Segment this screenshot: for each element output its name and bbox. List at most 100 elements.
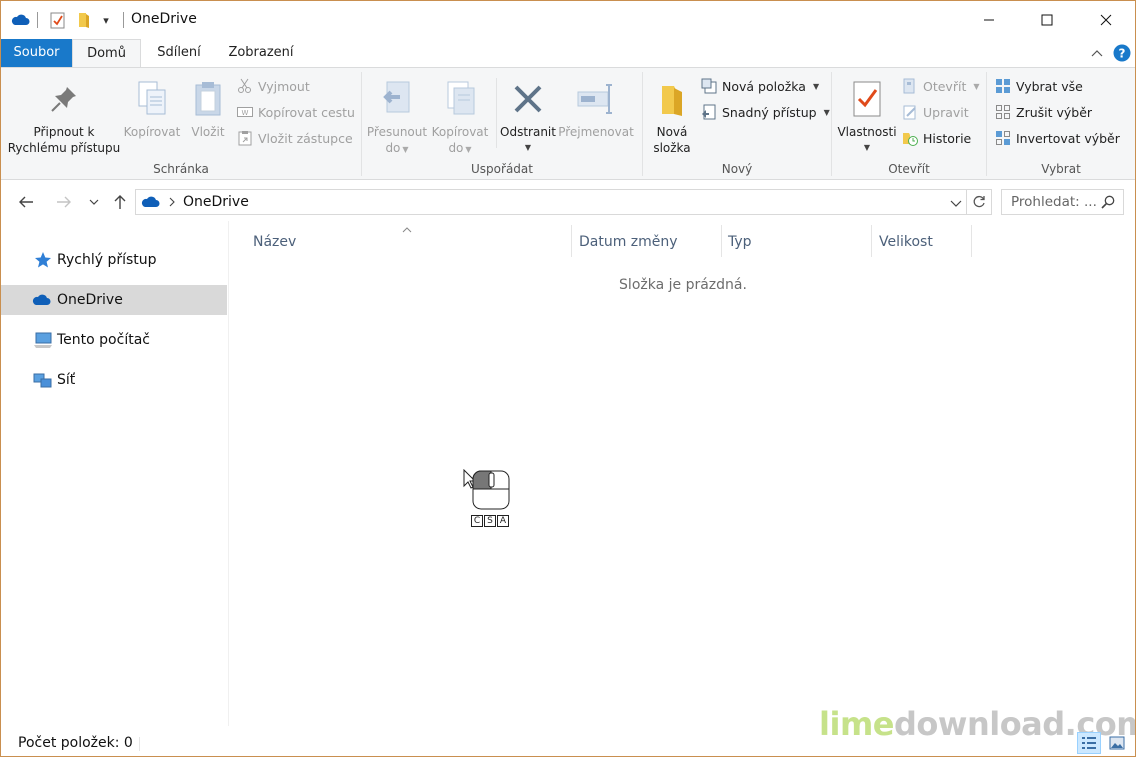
help-icon: ?: [1113, 44, 1131, 62]
details-view-button[interactable]: [1077, 732, 1101, 754]
new-folder-button[interactable]: Nová složka: [647, 74, 697, 156]
delete-button[interactable]: Odstranit ▼: [496, 74, 560, 156]
nav-item-quick-access[interactable]: Rychlý přístup: [1, 245, 227, 275]
copy-button[interactable]: Kopírovat: [121, 74, 183, 140]
recent-locations-button[interactable]: [83, 191, 105, 213]
column-header-name[interactable]: Název: [247, 225, 571, 259]
copy-label: Kopírovat: [123, 125, 181, 139]
help-button[interactable]: ?: [1109, 44, 1135, 62]
forward-button[interactable]: [53, 191, 75, 213]
arrow-left-icon: [19, 196, 33, 208]
new-folder-label-line2: složka: [653, 141, 691, 155]
column-separator[interactable]: [871, 225, 872, 257]
nav-item-this-pc[interactable]: Tento počítač: [1, 325, 227, 355]
group-label-organize: Uspořádat: [471, 162, 533, 176]
title-bar: ▾ OneDrive: [1, 1, 1135, 39]
properties-icon: [836, 74, 898, 124]
select-all-button[interactable]: Vybrat vše: [995, 75, 1083, 97]
nav-item-onedrive[interactable]: OneDrive: [1, 285, 227, 315]
status-bar: Počet položek: 0: [1, 729, 1135, 756]
arrow-up-icon: [114, 195, 126, 209]
pin-label-line1: Připnout k: [33, 125, 95, 139]
copy-to-label-do: do: [448, 141, 464, 155]
easy-access-button[interactable]: Snadný přístup ▼: [701, 101, 830, 123]
column-separator[interactable]: [571, 225, 572, 257]
paste-icon: [185, 74, 231, 124]
tab-view[interactable]: Zobrazení: [217, 39, 305, 67]
cut-button[interactable]: Vyjmout: [237, 75, 310, 97]
collapse-ribbon-button[interactable]: [1085, 49, 1109, 57]
open-button[interactable]: Otevřít ▼: [902, 75, 980, 97]
select-all-icon: [996, 79, 1010, 93]
column-separator[interactable]: [971, 225, 972, 257]
group-label-select: Vybrat: [1041, 162, 1081, 176]
group-label-open: Otevřít: [888, 162, 930, 176]
search-box[interactable]: Prohledat: ...: [1001, 189, 1124, 215]
history-icon: [903, 133, 918, 146]
column-header-type[interactable]: Typ: [722, 225, 870, 259]
qat-customize-dropdown[interactable]: ▾: [99, 11, 113, 29]
group-new: Nová složka Nová položka ▼ Snadný přístup…: [643, 68, 831, 180]
tab-file[interactable]: Soubor: [1, 39, 72, 67]
paste-button[interactable]: Vložit: [185, 74, 231, 140]
svg-text:W: W: [242, 109, 249, 117]
scissors-icon: [238, 78, 251, 93]
ribbon-tabs: Soubor Domů Sdílení Zobrazení ?: [1, 39, 1135, 67]
ribbon: Připnout k Rychlému přístupu Kopírovat V…: [1, 67, 1135, 180]
paste-shortcut-button[interactable]: Vložit zástupce: [237, 127, 353, 149]
maximize-icon: [1041, 14, 1053, 26]
new-item-icon: [701, 78, 717, 94]
shift-key: S: [484, 515, 496, 527]
select-none-label: Zrušit výběr: [1016, 104, 1093, 120]
modifier-keys: C S A: [471, 515, 509, 527]
address-history-button[interactable]: [950, 197, 962, 211]
nav-item-label: Rychlý přístup: [57, 252, 157, 268]
nav-item-network[interactable]: Síť: [1, 365, 227, 395]
column-header-size[interactable]: Velikost: [873, 225, 971, 259]
back-button[interactable]: [15, 191, 37, 213]
rename-label: Přejmenovat: [558, 125, 634, 139]
paste-label: Vložit: [191, 125, 225, 139]
chevron-up-icon: [1091, 50, 1103, 57]
column-header-date-modified[interactable]: Datum změny: [573, 225, 721, 259]
move-to-label-line1: Přesunout: [366, 125, 428, 139]
new-item-button[interactable]: Nová položka ▼: [701, 75, 819, 97]
delete-x-icon: [496, 74, 560, 124]
chevron-right-icon: [169, 197, 175, 207]
new-folder-label-line1: Nová: [656, 125, 688, 139]
edit-button[interactable]: Upravit: [902, 101, 969, 123]
breadcrumb-onedrive[interactable]: OneDrive: [183, 194, 249, 210]
address-bar[interactable]: OneDrive: [135, 189, 967, 215]
pin-quick-access-button[interactable]: Připnout k Rychlému přístupu: [5, 74, 123, 156]
ctrl-key: C: [471, 515, 483, 527]
tab-share[interactable]: Sdílení: [145, 39, 213, 67]
group-organize: Přesunout do ▼ Kopírovat do ▼ Odstranit ▼: [362, 68, 642, 180]
caret-down-icon: ▼: [973, 81, 980, 91]
select-none-button[interactable]: Zrušit výběr: [995, 101, 1092, 123]
tab-home[interactable]: Domů: [72, 39, 141, 67]
mouse-keyboard-indicator: C S A: [463, 468, 513, 531]
copy-to-button[interactable]: Kopírovat do ▼: [428, 74, 492, 158]
close-button[interactable]: [1077, 1, 1135, 39]
properties-qat-icon[interactable]: [49, 11, 67, 29]
minimize-button[interactable]: [960, 1, 1018, 39]
folder-icon: [647, 74, 697, 124]
new-folder-qat-icon[interactable]: [75, 11, 93, 29]
invert-selection-button[interactable]: Invertovat výběr: [995, 127, 1120, 149]
rename-button[interactable]: Přejmenovat: [558, 74, 634, 140]
refresh-button[interactable]: [966, 189, 992, 215]
history-button[interactable]: Historie: [902, 127, 971, 149]
move-to-button[interactable]: Přesunout do ▼: [364, 74, 430, 158]
paste-shortcut-label: Vložit zástupce: [258, 130, 353, 146]
chevron-down-icon: [89, 199, 99, 205]
copy-path-button[interactable]: W Kopírovat cestu: [237, 101, 355, 123]
properties-button[interactable]: Vlastnosti ▼: [836, 74, 898, 156]
chevron-down-icon: [950, 200, 962, 207]
network-icon: [33, 370, 53, 390]
invert-selection-icon: [996, 131, 1010, 145]
copy-to-label-line2: do ▼: [428, 140, 492, 158]
up-button[interactable]: [109, 191, 131, 213]
large-icons-view-button[interactable]: [1105, 732, 1129, 754]
move-to-icon: [364, 74, 430, 124]
maximize-button[interactable]: [1018, 1, 1076, 39]
